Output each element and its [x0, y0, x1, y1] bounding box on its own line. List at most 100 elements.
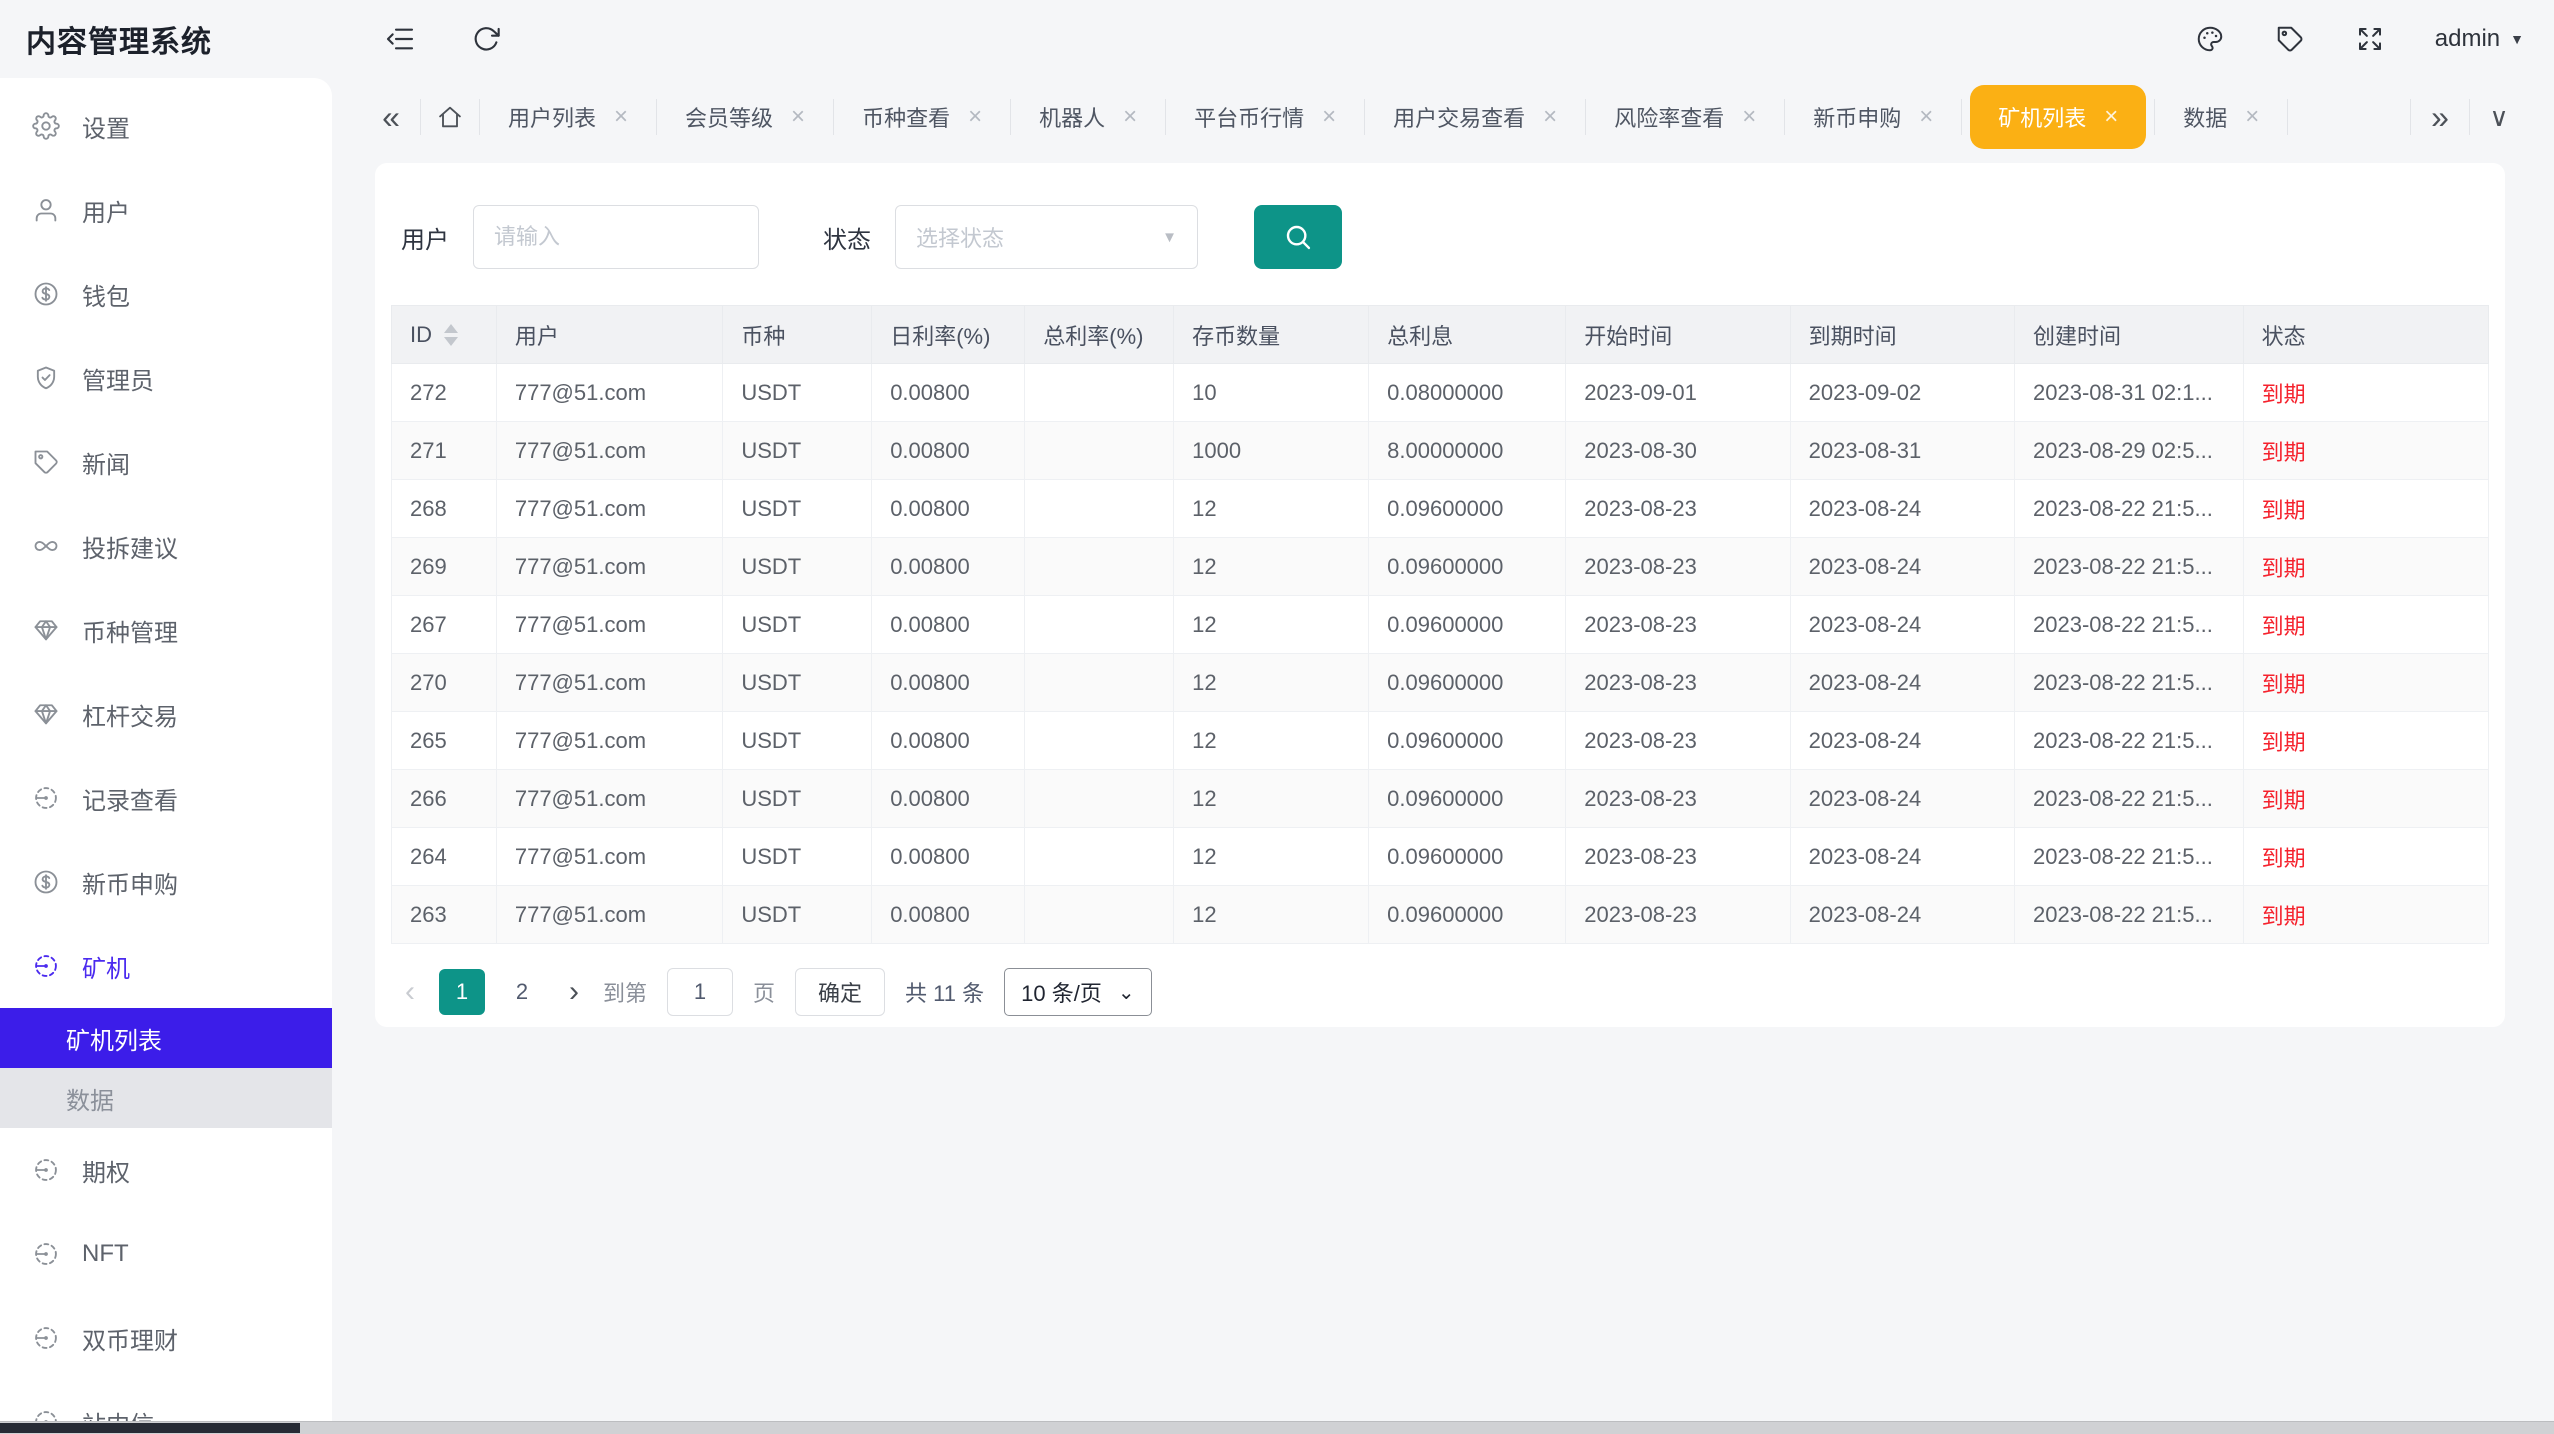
- sidebar-item-6[interactable]: 币种管理: [0, 588, 332, 672]
- table-cell: 0.08000000: [1369, 364, 1566, 422]
- content-card: 用户 状态 选择状态 ▼ ID用户币种日利率(%)总利率(%)存币数量总利息开始…: [375, 163, 2505, 1027]
- user-filter-input[interactable]: [473, 205, 759, 269]
- sidebar-item-2[interactable]: 钱包: [0, 252, 332, 336]
- sidebar-item-label: 矿机: [82, 949, 130, 984]
- tab-1[interactable]: 会员等级 ×: [657, 95, 833, 139]
- sidebar-item-5[interactable]: 投拆建议: [0, 504, 332, 588]
- table-row[interactable]: 272777@51.comUSDT0.00800100.080000002023…: [392, 364, 2489, 422]
- topbar-left-tools: [384, 23, 502, 55]
- table-row[interactable]: 265777@51.comUSDT0.00800120.096000002023…: [392, 712, 2489, 770]
- prev-page-button[interactable]: ‹: [401, 977, 419, 1007]
- palette-icon: [2195, 24, 2225, 54]
- tag-button[interactable]: [2275, 24, 2305, 54]
- sidebar-item-9[interactable]: 新币申购: [0, 840, 332, 924]
- tabs-collapse-left-button[interactable]: «: [362, 101, 420, 133]
- close-icon[interactable]: ×: [791, 105, 805, 129]
- tab-5[interactable]: 用户交易查看×: [1365, 95, 1585, 139]
- table-cell: 0.00800: [872, 364, 1025, 422]
- confirm-button[interactable]: 确定: [795, 968, 885, 1016]
- close-icon[interactable]: ×: [2245, 105, 2259, 129]
- close-icon[interactable]: ×: [1543, 105, 1557, 129]
- fullscreen-button[interactable]: [2355, 24, 2385, 54]
- table-cell: 到期: [2243, 654, 2488, 712]
- tab-2[interactable]: 币种查看×: [834, 95, 1010, 139]
- tab-3[interactable]: 机器人×: [1011, 95, 1165, 139]
- table-cell: USDT: [723, 422, 872, 480]
- table-cell: 270: [392, 654, 497, 712]
- table-row[interactable]: 266777@51.comUSDT0.00800120.096000002023…: [392, 770, 2489, 828]
- sidebar-item-4[interactable]: 新闻: [0, 420, 332, 504]
- topbar: 内容管理系统 admin ▼: [0, 0, 2554, 78]
- sidebar-item-10[interactable]: 矿机: [0, 924, 332, 1008]
- table-row[interactable]: 263777@51.comUSDT0.00800120.096000002023…: [392, 886, 2489, 944]
- sidebar-item-13[interactable]: 双币理财: [0, 1296, 332, 1380]
- tabs-collapse-right-button[interactable]: »: [2411, 101, 2469, 133]
- table-row[interactable]: 270777@51.comUSDT0.00800120.096000002023…: [392, 654, 2489, 712]
- sidebar-item-3[interactable]: 管理员: [0, 336, 332, 420]
- table-cell: 0.00800: [872, 480, 1025, 538]
- sidebar-item-label: 杠杆交易: [82, 697, 178, 732]
- close-icon[interactable]: ×: [2104, 105, 2118, 129]
- refresh-button[interactable]: [470, 23, 502, 55]
- sort-icons[interactable]: [444, 324, 458, 346]
- table-header-row: ID用户币种日利率(%)总利率(%)存币数量总利息开始时间到期时间创建时间状态: [392, 306, 2489, 364]
- sidebar-subitem-10-0[interactable]: 矿机列表: [0, 1008, 332, 1068]
- topbar-right-icons: [2195, 24, 2385, 54]
- close-icon[interactable]: ×: [968, 105, 982, 129]
- select-caret-icon: ▼: [1162, 229, 1177, 246]
- table-cell: 12: [1174, 480, 1369, 538]
- tab-9[interactable]: 数据×: [2155, 95, 2287, 139]
- status-filter-select[interactable]: 选择状态 ▼: [895, 205, 1198, 269]
- search-icon: [1282, 221, 1314, 253]
- sidebar-item-1[interactable]: 用户: [0, 168, 332, 252]
- sidebar-subitem-label: 矿机列表: [66, 1021, 162, 1056]
- table-cell: 到期: [2243, 828, 2488, 886]
- close-icon[interactable]: ×: [1322, 105, 1336, 129]
- table-row[interactable]: 269777@51.comUSDT0.00800120.096000002023…: [392, 538, 2489, 596]
- menu-fold-button[interactable]: [384, 23, 416, 55]
- table-row[interactable]: 271777@51.comUSDT0.0080010008.0000000020…: [392, 422, 2489, 480]
- tab-6[interactable]: 风险率查看×: [1586, 95, 1784, 139]
- sidebar-subitem-10-1[interactable]: 数据: [0, 1068, 332, 1128]
- close-icon[interactable]: ×: [1742, 105, 1756, 129]
- table-row[interactable]: 264777@51.comUSDT0.00800120.096000002023…: [392, 828, 2489, 886]
- divider: [1961, 99, 1962, 135]
- sidebar-item-7[interactable]: 杠杆交易: [0, 672, 332, 756]
- sidebar-item-12[interactable]: NFT: [0, 1212, 332, 1296]
- table-cell: 到期: [2243, 886, 2488, 944]
- sidebar-subitem-label: 数据: [66, 1081, 114, 1116]
- sidebar-item-8[interactable]: 记录查看: [0, 756, 332, 840]
- tab-8[interactable]: 矿机列表×: [1970, 85, 2146, 149]
- tab-bar: «用户列表×会员等级×币种查看×机器人×平台币行情×用户交易查看×风险率查看×新…: [332, 78, 2554, 155]
- goto-page-input[interactable]: [667, 968, 733, 1016]
- sidebar-item-label: 双币理财: [82, 1321, 178, 1356]
- tab-7[interactable]: 新币申购×: [1785, 95, 1961, 139]
- next-page-button[interactable]: ›: [565, 977, 583, 1007]
- tab-0[interactable]: 用户列表×: [480, 95, 656, 139]
- tabs-dropdown-button[interactable]: ∨: [2470, 104, 2528, 130]
- close-icon[interactable]: ×: [1919, 105, 1933, 129]
- table-row[interactable]: 268777@51.comUSDT0.00800120.096000002023…: [392, 480, 2489, 538]
- sidebar-item-11[interactable]: 期权: [0, 1128, 332, 1212]
- table-cell: [1025, 886, 1174, 944]
- page-size-select[interactable]: 10 条/页 ⌄: [1004, 968, 1151, 1016]
- horizontal-scrollbar[interactable]: [0, 1421, 2554, 1434]
- tab-4[interactable]: 平台币行情×: [1166, 95, 1364, 139]
- table-cell: [1025, 422, 1174, 480]
- tab-label: 会员等级: [685, 101, 773, 133]
- close-icon[interactable]: ×: [1123, 105, 1137, 129]
- divider: [2287, 99, 2288, 135]
- tabs-home-button[interactable]: [421, 103, 479, 131]
- page-button-1[interactable]: 1: [439, 969, 485, 1015]
- table-cell: 777@51.com: [496, 596, 722, 654]
- table-cell: 2023-08-23: [1566, 886, 1790, 944]
- palette-button[interactable]: [2195, 24, 2225, 54]
- close-icon[interactable]: ×: [614, 105, 628, 129]
- table-cell: 271: [392, 422, 497, 480]
- sidebar-item-0[interactable]: 设置: [0, 84, 332, 168]
- scrollbar-thumb[interactable]: [0, 1423, 300, 1433]
- user-menu[interactable]: admin ▼: [2435, 25, 2524, 53]
- table-row[interactable]: 267777@51.comUSDT0.00800120.096000002023…: [392, 596, 2489, 654]
- page-button-2[interactable]: 2: [499, 969, 545, 1015]
- search-button[interactable]: [1254, 205, 1342, 269]
